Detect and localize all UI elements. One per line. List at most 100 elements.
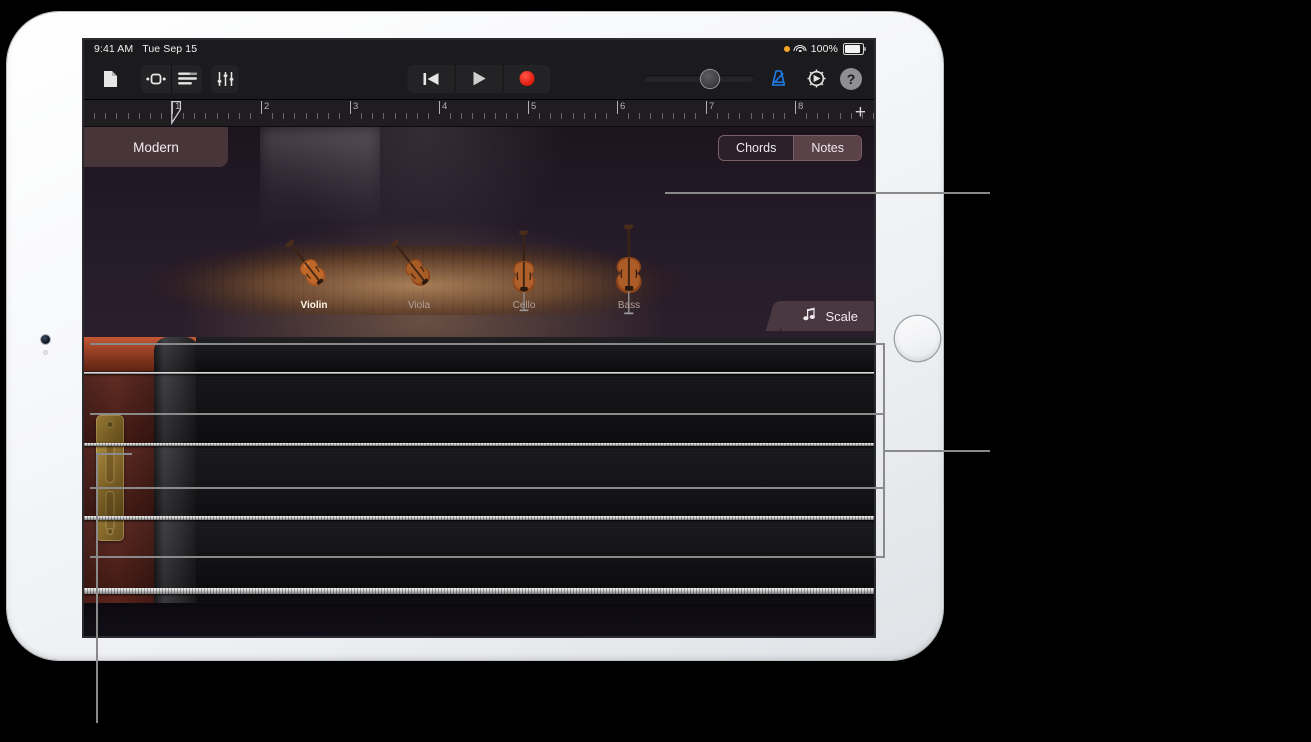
ruler-tick: [372, 113, 374, 119]
callout-line-instruments: [665, 192, 990, 194]
string-2[interactable]: [84, 443, 874, 447]
ruler-tick: [672, 113, 674, 119]
ruler-tick: [850, 113, 852, 119]
tab-chords[interactable]: Chords: [719, 136, 793, 160]
play-icon[interactable]: [454, 64, 503, 93]
playhead[interactable]: [171, 101, 182, 126]
ruler-tick: [105, 113, 107, 119]
ruler-tick: [249, 113, 251, 119]
instrument-violin[interactable]: Violin: [274, 232, 354, 311]
ruler-bar-number: 5: [531, 101, 537, 112]
ipad-screen: 9:41 AM Tue Sep 15 100% ? 1 2 3 4 5 6 7 …: [84, 40, 874, 636]
ruler-bar-line: [439, 101, 440, 114]
ruler-tick: [828, 113, 830, 119]
lower-panel-area: [84, 603, 874, 636]
ruler-tick: [194, 113, 196, 119]
ruler-tick: [561, 113, 563, 119]
instrument-label: Bass: [617, 300, 641, 311]
ruler-tick: [772, 113, 774, 119]
ruler-tick: [494, 113, 496, 119]
preset-name-tab[interactable]: Modern: [84, 127, 228, 167]
ruler-bar-line: [617, 101, 618, 114]
document-icon[interactable]: [96, 65, 124, 93]
string-1[interactable]: [84, 372, 874, 375]
ruler-tick: [327, 113, 329, 119]
ruler-tick: [127, 113, 129, 119]
ruler-tick: [594, 113, 596, 119]
ruler-tick: [683, 113, 685, 119]
string-lane[interactable]: [84, 375, 874, 444]
loop-browser-icon[interactable]: [141, 64, 171, 93]
ruler-tick: [505, 113, 507, 119]
instrument-cello[interactable]: Cello: [484, 230, 564, 312]
help-icon[interactable]: ?: [840, 67, 862, 90]
instrument-bass[interactable]: Bass: [589, 224, 669, 315]
ruler-bar-line: [350, 101, 351, 114]
mixer-fx-icon[interactable]: [211, 64, 239, 93]
battery-icon: [843, 43, 866, 55]
ruler-tick: [628, 113, 630, 119]
rewind-icon[interactable]: [408, 65, 455, 93]
mic-recording-dot-icon: [783, 46, 790, 52]
tab-notes[interactable]: Notes: [793, 136, 861, 160]
ruler-tick: [872, 113, 874, 119]
ruler-tick: [394, 113, 396, 119]
ruler-tick: [550, 113, 552, 119]
master-volume-slider[interactable]: [644, 65, 754, 93]
record-icon[interactable]: [502, 64, 551, 93]
ruler-tick: [572, 113, 574, 119]
ruler-tick: [138, 113, 140, 119]
ruler-tick: [427, 113, 429, 119]
callout-bracket-left-vertical: [96, 453, 98, 723]
ruler-bar-number: 2: [264, 101, 270, 112]
ruler-tick: [450, 113, 452, 119]
stage-floor: [84, 245, 874, 315]
ruler-tick: [283, 113, 285, 119]
ruler-tick: [605, 113, 607, 119]
ruler-bar-line: [706, 101, 707, 114]
status-right-group: 100%: [783, 43, 866, 55]
scale-button-label: Scale: [825, 308, 858, 324]
battery-percent: 100%: [810, 43, 838, 55]
instrument-viola[interactable]: Viola: [379, 232, 459, 311]
ruler-bar-number: 6: [620, 101, 626, 112]
ruler-tick: [694, 113, 696, 119]
scale-button[interactable]: Scale: [781, 301, 874, 331]
metronome-icon[interactable]: [764, 65, 792, 93]
status-date: Tue Sep 15: [142, 43, 198, 55]
ruler-tick: [294, 113, 296, 119]
instrument-label: Violin: [300, 300, 328, 311]
toolbar-right-group: ?: [644, 65, 862, 93]
track-view-icon[interactable]: [171, 64, 202, 93]
ruler-tick: [761, 113, 763, 119]
ruler-bar-number: 4: [442, 101, 448, 112]
screenshot-root: 9:41 AM Tue Sep 15 100% ? 1 2 3 4 5 6 7 …: [0, 0, 1311, 742]
ruler-tick: [483, 113, 485, 119]
home-button[interactable]: [895, 316, 940, 361]
ruler-tick: [305, 113, 307, 119]
ruler-bar-number: 7: [709, 101, 715, 112]
timeline-ruler[interactable]: 12345678 +: [84, 100, 874, 127]
add-track-button[interactable]: +: [855, 103, 866, 122]
ruler-tick: [383, 113, 385, 119]
transport-controls: [407, 64, 551, 93]
gear-icon[interactable]: [802, 65, 830, 93]
view-toggle-group: [141, 64, 202, 93]
status-time: 9:41 AM: [94, 43, 134, 55]
ruler-tick: [516, 113, 518, 119]
string-lane[interactable]: [84, 447, 874, 518]
ruler-tick: [783, 113, 785, 119]
ruler-tick: [94, 113, 96, 119]
app-toolbar: ?: [84, 58, 874, 100]
ruler-tick: [472, 113, 474, 119]
ruler-tick: [839, 113, 841, 119]
status-bar: 9:41 AM Tue Sep 15 100%: [84, 40, 874, 58]
ruler-tick: [160, 113, 162, 119]
callout-line-strings-top: [90, 343, 885, 345]
ruler-bar-number: 3: [353, 101, 359, 112]
ruler-tick: [650, 113, 652, 119]
string-4[interactable]: [84, 588, 874, 594]
ruler-tick: [216, 113, 218, 119]
ruler-tick: [750, 113, 752, 119]
string-3[interactable]: [84, 516, 874, 521]
